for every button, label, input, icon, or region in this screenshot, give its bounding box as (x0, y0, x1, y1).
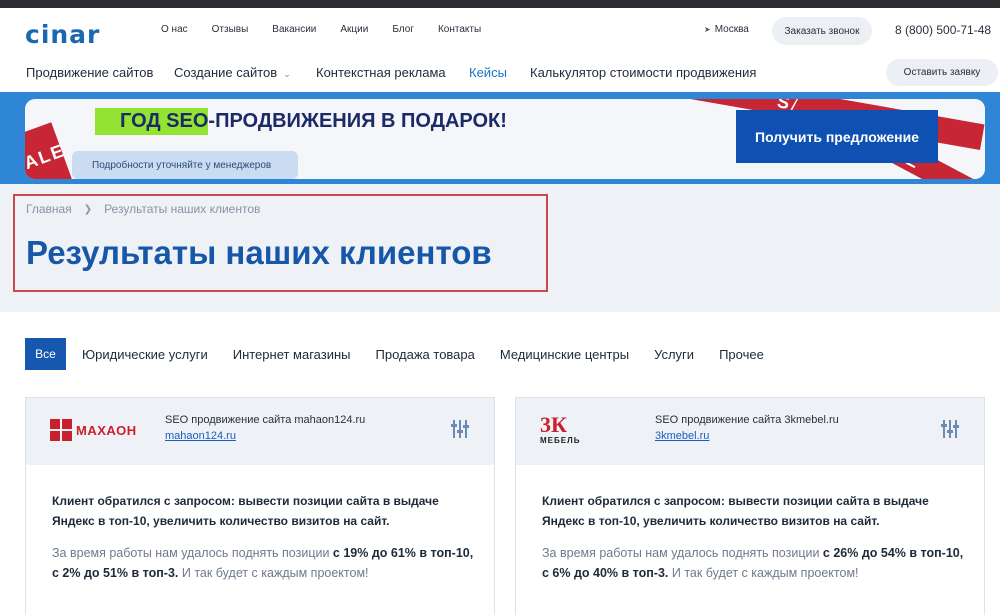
client-logo: 3К МЕБЕЛЬ (540, 414, 630, 446)
banner-subtitle: Подробности уточняйте у менеджеров (72, 151, 298, 179)
case-card-body: Клиент обратился с запросом: вывести поз… (542, 491, 972, 583)
case-site-link[interactable]: mahaon124.ru (165, 430, 236, 442)
client-logo: МАХАОН (50, 414, 140, 446)
filter-goods-sales[interactable]: Продажа товара (376, 347, 475, 362)
promo-banner-card: SALE SALE SALE ГОД SEO-ПРОДВИЖЕНИЯ В ПОД… (25, 99, 985, 179)
main-nav: Продвижение сайтов Создание сайтов ⌄ Конт… (0, 54, 1000, 92)
case-card[interactable]: МАХАОН SEO продвижение сайта mahaon124.r… (25, 397, 495, 615)
case-result: За время работы нам удалось поднять пози… (542, 543, 972, 583)
main-nav-web-dev-label: Создание сайтов (174, 65, 278, 80)
case-result-suffix: И так будет с каждым проектом! (668, 566, 859, 580)
sliders-icon[interactable] (941, 420, 959, 440)
client-logo-subtext: МЕБЕЛЬ (540, 436, 581, 445)
case-request: Клиент обратился с запросом: вывести поз… (52, 494, 439, 528)
case-card-header: 3К МЕБЕЛЬ SEO продвижение сайта 3kmebel.… (516, 398, 984, 465)
main-nav-context-ads[interactable]: Контекстная реклама (316, 65, 446, 80)
city-selector[interactable]: ➤ Москва (704, 24, 749, 35)
banner-title: ГОД SEO -ПРОДВИЖЕНИЯ В ПОДАРОК! (95, 108, 507, 135)
page-title: Результаты наших клиентов (26, 234, 492, 271)
case-card[interactable]: 3К МЕБЕЛЬ SEO продвижение сайта 3kmebel.… (515, 397, 985, 615)
callback-button[interactable]: Заказать звонок (772, 17, 872, 45)
browser-top-strip (0, 0, 1000, 8)
sliders-icon[interactable] (451, 420, 469, 440)
top-nav-blog[interactable]: Блог (392, 24, 414, 35)
top-nav-promotions[interactable]: Акции (340, 24, 368, 35)
top-bar: cinar О нас Отзывы Вакансии Акции Блог К… (0, 8, 1000, 54)
butterfly-logo-icon (50, 419, 72, 441)
client-logo-text: МАХАОН (76, 422, 137, 438)
top-nav-contacts[interactable]: Контакты (438, 24, 481, 35)
case-result-prefix: За время работы нам удалось поднять пози… (52, 546, 333, 560)
client-logo-text: 3К (540, 412, 567, 437)
main-nav-cases[interactable]: Кейсы (469, 65, 507, 80)
breadcrumb-home[interactable]: Главная (26, 202, 72, 216)
main-nav-web-dev[interactable]: Создание сайтов ⌄ (174, 65, 291, 80)
get-offer-button[interactable]: Получить предложение (736, 110, 938, 163)
case-result-prefix: За время работы нам удалось поднять пози… (542, 546, 823, 560)
filter-legal[interactable]: Юридические услуги (82, 347, 208, 362)
case-request: Клиент обратился с запросом: вывести поз… (542, 494, 929, 528)
city-label: Москва (714, 24, 749, 35)
apply-button[interactable]: Оставить заявку (886, 59, 998, 86)
case-result: За время работы нам удалось поднять пози… (52, 543, 482, 583)
case-card-header: МАХАОН SEO продвижение сайта mahaon124.r… (26, 398, 494, 465)
main-nav-seo[interactable]: Продвижение сайтов (26, 65, 153, 80)
top-nav-reviews[interactable]: Отзывы (212, 24, 249, 35)
top-nav-about[interactable]: О нас (161, 24, 188, 35)
breadcrumb: Главная ❯ Результаты наших клиентов (26, 202, 260, 216)
top-nav: О нас Отзывы Вакансии Акции Блог Контакт… (161, 24, 505, 35)
chevron-right-icon: ❯ (83, 203, 93, 215)
filter-services[interactable]: Услуги (654, 347, 694, 362)
phone-number[interactable]: 8 (800) 500-71-48 (895, 23, 991, 37)
chevron-down-icon: ⌄ (283, 69, 291, 79)
top-nav-vacancies[interactable]: Вакансии (272, 24, 316, 35)
promo-banner[interactable]: SALE SALE SALE ГОД SEO-ПРОДВИЖЕНИЯ В ПОД… (0, 92, 1000, 184)
location-arrow-icon: ➤ (704, 25, 711, 34)
case-site-link[interactable]: 3kmebel.ru (655, 430, 709, 442)
case-card-body: Клиент обратился с запросом: вывести поз… (52, 491, 482, 583)
banner-title-rest: -ПРОДВИЖЕНИЯ В ПОДАРОК! (208, 110, 507, 132)
main-nav-calculator[interactable]: Калькулятор стоимости продвижения (530, 65, 756, 80)
page-header: Главная ❯ Результаты наших клиентов Резу… (0, 184, 1000, 312)
banner-title-highlight: ГОД SEO (95, 108, 209, 135)
filter-online-stores[interactable]: Интернет магазины (233, 347, 351, 362)
filter-other[interactable]: Прочее (719, 347, 764, 362)
breadcrumb-current: Результаты наших клиентов (104, 202, 261, 216)
case-title: SEO продвижение сайта mahaon124.ru (165, 414, 366, 426)
case-title: SEO продвижение сайта 3kmebel.ru (655, 414, 839, 426)
category-filters: Все Юридические услуги Интернет магазины… (25, 338, 789, 370)
filter-medical[interactable]: Медицинские центры (500, 347, 629, 362)
case-result-suffix: И так будет с каждым проектом! (178, 566, 369, 580)
filter-all[interactable]: Все (25, 338, 66, 370)
site-logo[interactable]: cinar (25, 22, 100, 47)
sale-ribbon: SALE (25, 122, 72, 179)
